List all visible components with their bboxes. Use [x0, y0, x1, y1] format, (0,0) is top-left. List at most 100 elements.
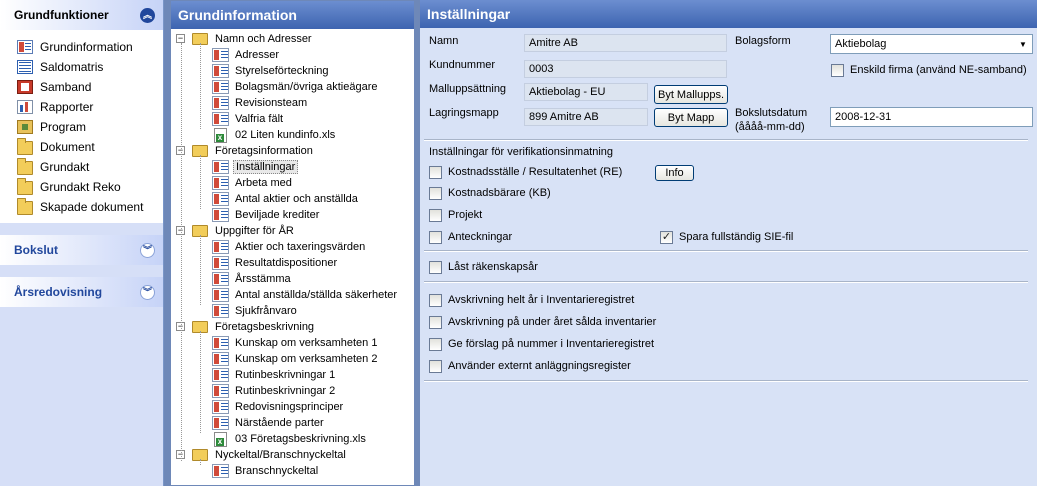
nav-header-bokslut[interactable]: Bokslut ︾ [0, 235, 163, 265]
navigation-pane: Grundfunktioner ︽ Grundinformation Saldo… [0, 0, 164, 486]
tree-item[interactable]: Styrelseförteckning [171, 63, 414, 79]
byt-mallupps-button[interactable]: Byt Mallupps. [654, 85, 728, 104]
collapse-chevron-icon[interactable]: ︽ [140, 7, 155, 23]
anvander-externt-checkbox-row[interactable]: Använder externt anläggningsregister [429, 358, 631, 374]
form-doc-icon [212, 240, 229, 254]
spara-sie-label: Spara fullständig SIE-fil [679, 231, 794, 243]
avskrivning-helt-label: Avskrivning helt år i Inventarieregistre… [448, 294, 635, 306]
nav-header-arsredovisning[interactable]: Årsredovisning ︾ [0, 277, 163, 307]
kundnummer-label: Kundnummer [429, 59, 496, 71]
tree-item[interactable]: Beviljade krediter [171, 207, 414, 223]
tree-item[interactable]: 02 Liten kundinfo.xls [171, 127, 414, 143]
verifikation-heading: Inställningar för verifikationsinmatning [429, 146, 614, 158]
nav-item-label: Saldomatris [40, 60, 104, 74]
avskrivning-helt-checkbox-row[interactable]: Avskrivning helt år i Inventarieregistre… [429, 292, 634, 308]
tree-item[interactable]: Rutinbeskrivningar 1 [171, 367, 414, 383]
avskrivning-under-checkbox-row[interactable]: Avskrivning på under året sålda inventar… [429, 314, 656, 330]
tree-item[interactable]: Aktier och taxeringsvärden [171, 239, 414, 255]
tree-item[interactable]: Antal anställda/ställda säkerheter [171, 287, 414, 303]
tree-item[interactable]: Närstående parter [171, 415, 414, 431]
nav-header-grundfunktioner[interactable]: Grundfunktioner ︽ [0, 0, 163, 30]
tree-item[interactable]: Kunskap om verksamheten 2 [171, 351, 414, 367]
anvander-externt-checkbox[interactable] [429, 359, 442, 373]
tree-item-label: Arbeta med [235, 177, 292, 189]
folder-icon [17, 158, 33, 175]
avskrivning-helt-checkbox[interactable] [429, 293, 442, 307]
bokslutsdatum-input[interactable]: 2008-12-31 [830, 107, 1033, 127]
last-rakenskapsar-checkbox-row[interactable]: Låst räkenskapsår [429, 259, 538, 275]
form-doc-icon [212, 272, 229, 286]
enskild-firma-label: Enskild firma (använd NE-samband) [850, 64, 1027, 76]
tree-item[interactable]: Redovisningsprinciper [171, 399, 414, 415]
folder-icon [17, 198, 33, 215]
tree-folder-foretagsbeskrivning[interactable]: − Företagsbeskrivning [171, 319, 414, 335]
dropdown-arrow-icon[interactable]: ▼ [1016, 37, 1030, 51]
nav-item-skapade-dokument[interactable]: Skapade dokument [0, 197, 163, 217]
tree-item[interactable]: Bolagsmän/övriga aktieägare [171, 79, 414, 95]
ge-forslag-checkbox-row[interactable]: Ge förslag på nummer i Inventarieregistr… [429, 336, 654, 352]
tree-item[interactable]: Revisionsteam [171, 95, 414, 111]
byt-mapp-button[interactable]: Byt Mapp [654, 108, 728, 127]
tree-item-label: Bolagsmän/övriga aktieägare [235, 81, 378, 93]
last-rakenskapsar-checkbox[interactable] [429, 260, 442, 274]
tree-folder-foretagsinformation[interactable]: − Företagsinformation [171, 143, 414, 159]
report-icon [17, 100, 33, 114]
nav-item-grundinformation[interactable]: Grundinformation [0, 37, 163, 57]
tree-item[interactable]: Rutinbeskrivningar 2 [171, 383, 414, 399]
nav-item-grundakt-reko[interactable]: Grundakt Reko [0, 177, 163, 197]
kostnadsbarare-checkbox[interactable] [429, 186, 442, 200]
lagringsmapp-field: 899 Amitre AB [524, 108, 648, 126]
enskild-firma-checkbox-row[interactable]: Enskild firma (använd NE-samband) [831, 62, 1027, 78]
spara-sie-checkbox-row[interactable]: ✓ Spara fullständig SIE-fil [660, 229, 793, 245]
tree-item[interactable]: Adresser [171, 47, 414, 63]
kostnadsbarare-checkbox-row[interactable]: Kostnadsbärare (KB) [429, 185, 551, 201]
expand-chevron-icon[interactable]: ︾ [140, 242, 155, 258]
form-doc-icon [212, 96, 229, 110]
ge-forslag-checkbox[interactable] [429, 337, 442, 351]
tree-connector [200, 235, 201, 305]
tree-item-label: Årsstämma [235, 273, 291, 285]
nav-item-rapporter[interactable]: Rapporter [0, 97, 163, 117]
projekt-checkbox-row[interactable]: Projekt [429, 207, 482, 223]
collapse-toggle-icon[interactable]: − [176, 34, 185, 43]
info-button[interactable]: Info [655, 165, 694, 181]
form-doc-icon [212, 256, 229, 270]
nav-item-dokument[interactable]: Dokument [0, 137, 163, 157]
ge-forslag-label: Ge förslag på nummer i Inventarieregistr… [448, 338, 655, 350]
settings-pane-title: Inställningar [420, 0, 1037, 28]
tree-item[interactable]: Sjukfrånvaro [171, 303, 414, 319]
kostnadsstalle-checkbox-row[interactable]: Kostnadsställe / Resultatenhet (RE) [429, 164, 622, 180]
tree-folder-uppgifter-for-ar[interactable]: − Uppgifter för ÅR [171, 223, 414, 239]
spara-sie-checkbox-checked[interactable]: ✓ [660, 230, 673, 244]
tree-item[interactable]: Valfria fält [171, 111, 414, 127]
tree-item-selected[interactable]: Inställningar [171, 159, 414, 175]
bolagsform-select[interactable]: Aktiebolag ▼ [830, 34, 1033, 54]
expand-chevron-icon[interactable]: ︾ [140, 284, 155, 300]
anteckningar-checkbox[interactable] [429, 230, 442, 244]
tree-item[interactable]: Arbeta med [171, 175, 414, 191]
nav-item-label: Grundakt [40, 160, 90, 174]
tree-item[interactable]: Resultatdispositioner [171, 255, 414, 271]
tree-item[interactable]: Antal aktier och anställda [171, 191, 414, 207]
form-doc-icon [212, 192, 229, 206]
avskrivning-under-checkbox[interactable] [429, 315, 442, 329]
tree-item[interactable]: 03 Företagsbeskrivning.xls [171, 431, 414, 447]
nav-item-grundakt[interactable]: Grundakt [0, 157, 163, 177]
tree-item[interactable]: Kunskap om verksamheten 1 [171, 335, 414, 351]
nav-item-program[interactable]: Program [0, 117, 163, 137]
tree-connector [200, 459, 201, 465]
nav-item-saldomatris[interactable]: Saldomatris [0, 57, 163, 77]
projekt-checkbox[interactable] [429, 208, 442, 222]
nav-item-label: Grundinformation [40, 40, 133, 54]
tree-item[interactable]: Branschnyckeltal [171, 463, 414, 479]
nav-item-label: Dokument [40, 140, 95, 154]
tree-folder-namn-och-adresser[interactable]: − Namn och Adresser [171, 31, 414, 47]
enskild-firma-checkbox[interactable] [831, 63, 844, 77]
kostnadsstalle-checkbox[interactable] [429, 165, 442, 179]
tree-folder-nyckeltal[interactable]: − Nyckeltal/Branschnyckeltal [171, 447, 414, 463]
form-doc-icon [212, 384, 229, 398]
tree-item[interactable]: Årsstämma [171, 271, 414, 287]
anteckningar-checkbox-row[interactable]: Anteckningar [429, 229, 512, 245]
nav-item-samband[interactable]: Samband [0, 77, 163, 97]
form-doc-icon [212, 400, 229, 414]
